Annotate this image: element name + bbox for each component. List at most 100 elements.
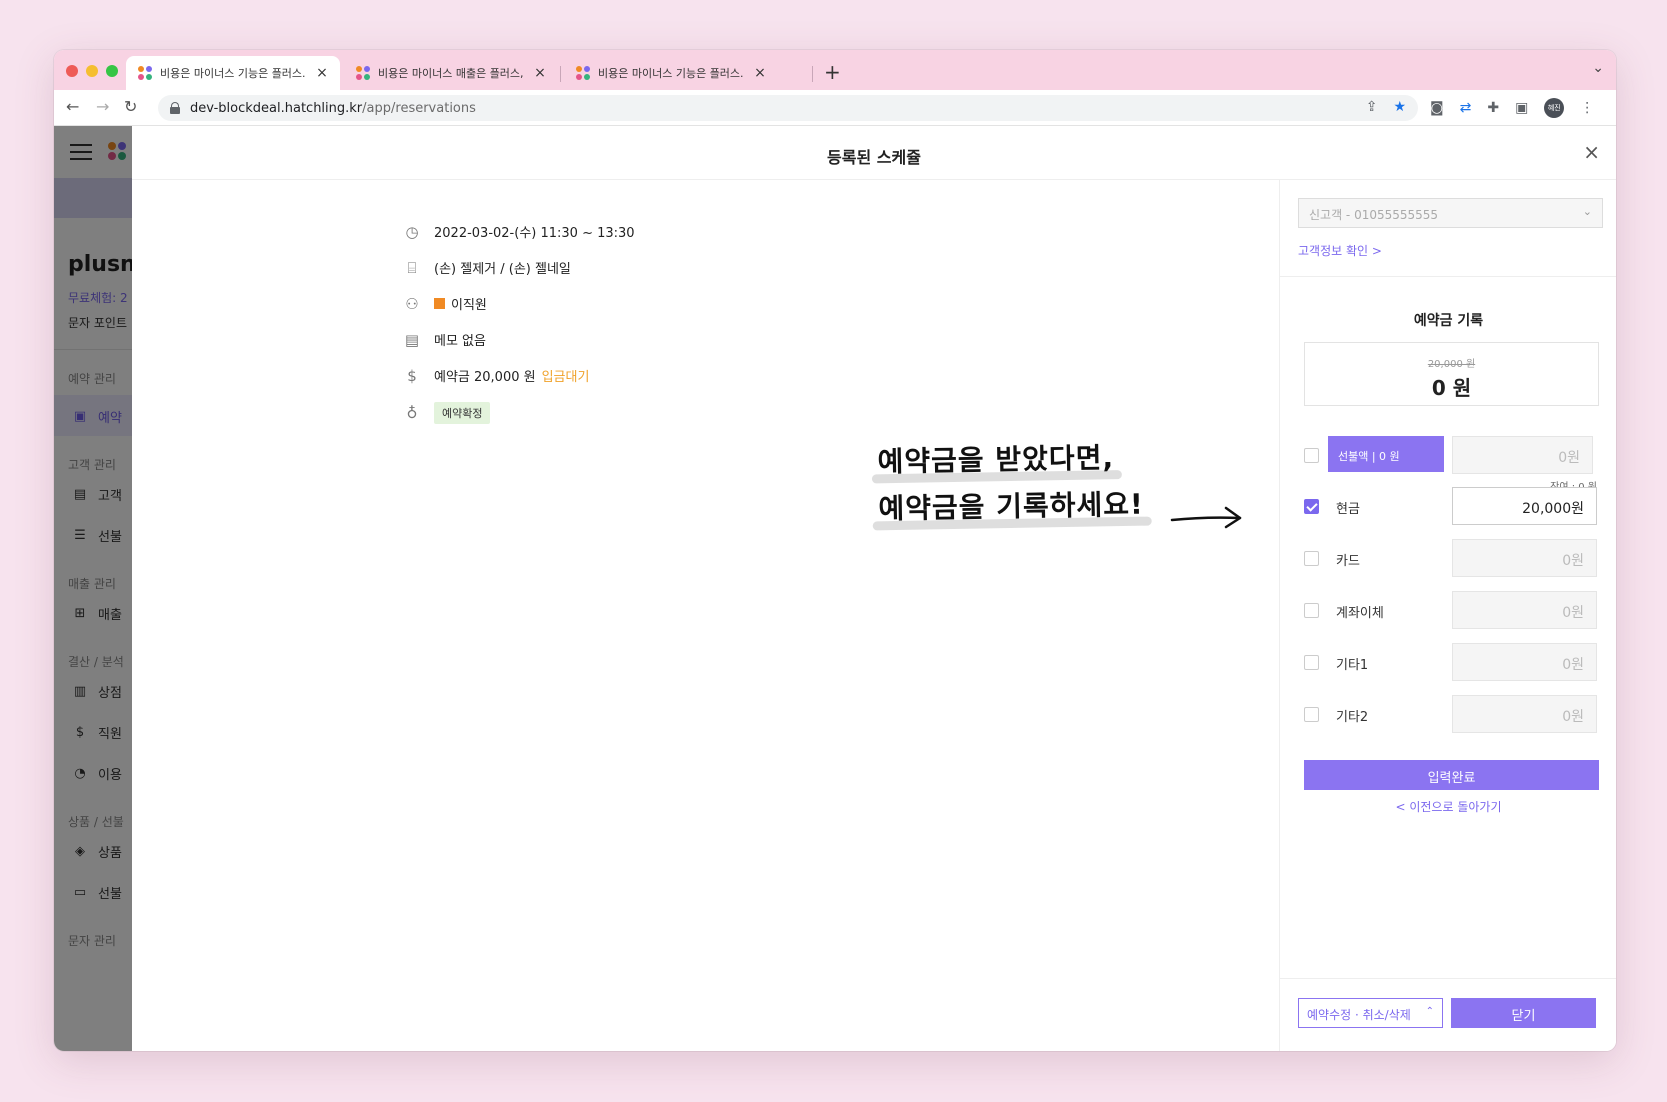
deposit-title: 예약금 기록 [1413,313,1484,329]
translate-icon[interactable]: ⇄ [1460,100,1472,116]
dollar-icon: $ [407,366,417,385]
payment-row-card: 카드 0원 [1304,539,1599,577]
app-logo-icon [576,66,590,80]
window-maximize-button[interactable] [106,65,118,77]
reservation-memo: 메모 없음 [434,334,486,349]
url-host: dev-blockdeal.hatchling.kr [190,100,363,116]
reservation-service: (손) 젤제거 / (손) 젤네일 [434,262,571,277]
payment-row-transfer: 계좌이체 0원 [1304,591,1599,629]
payment-row-other2: 기타2 0원 [1304,695,1599,733]
reservation-datetime: 2022-03-02-(수) 11:30 ~ 13:30 [434,226,635,241]
annotation-line: 예약금을 기록하세요! [878,481,1144,533]
tab-title: 비용은 마이너스 매출은 플러스, 플리 [378,67,526,80]
detail-deposit: $ 예약금 20,000 원 입금대기 [402,366,590,386]
payment-label: 기타2 [1336,710,1369,725]
chevron-down-icon: ⌄ [1582,205,1592,218]
browser-toolbar: ← → ↻ dev-blockdeal.hatchling.kr/app/res… [54,90,1616,126]
clock-icon: ◷ [405,222,419,241]
tab-separator [812,66,813,82]
users-icon: ⚇ [405,294,419,313]
modal-title: 등록된 스케쥴 [827,148,921,167]
window-minimize-button[interactable] [86,65,98,77]
side-panel-icon[interactable]: ▣ [1515,100,1528,116]
bookmark-star-icon[interactable]: ★ [1393,99,1406,115]
other1-checkbox[interactable] [1304,655,1319,670]
detail-memo: ▤ 메모 없음 [402,330,486,350]
app-area: plusnail 무료체험: 2 문자 포인트 예약 관리 ▣예약 고객 관리 … [54,126,1616,1051]
detail-status: ♁ 예약확정 [402,402,491,424]
edit-cancel-label: 예약수정 · 취소/삭제 [1307,1008,1411,1022]
window-close-button[interactable] [66,65,78,77]
staff-color-swatch [434,298,445,309]
detail-staff: ⚇ 이직원 [402,294,487,314]
divider [1280,978,1616,979]
app-logo-icon [138,66,152,80]
chevron-up-icon: ⌃ [1425,1006,1434,1017]
tab-close-icon[interactable]: × [752,65,768,81]
payment-row-cash: 현금 20,000원 [1304,487,1599,525]
new-tab-button[interactable]: + [824,60,841,84]
tab-title: 비용은 마이너스 기능은 플러스. 플리 [598,67,746,80]
transfer-amount-input[interactable]: 0원 [1452,591,1597,629]
deposit-status: 입금대기 [541,370,590,385]
detail-datetime: ◷ 2022-03-02-(수) 11:30 ~ 13:30 [402,222,635,242]
payment-row-other1: 기타1 0원 [1304,643,1599,681]
deposit-amount: 0 원 [1431,376,1472,400]
profile-avatar[interactable]: 혜진 [1544,98,1565,118]
transfer-checkbox[interactable] [1304,603,1319,618]
other2-amount-input[interactable]: 0원 [1452,695,1597,733]
customer-select-value: 신고객 - 01055555555 [1309,208,1439,222]
url-path: /app/reservations [362,100,476,116]
tab-close-icon[interactable]: × [532,65,548,81]
detail-service: ⌸ (손) 젤제거 / (손) 젤네일 [402,258,571,278]
camera-icon[interactable]: ◙ [1430,100,1444,116]
close-button[interactable]: 닫기 [1451,998,1596,1028]
deposit-summary: 20,000 원 0 원 [1304,342,1599,406]
cash-checkbox[interactable] [1304,499,1319,514]
other1-amount-input[interactable]: 0원 [1452,643,1597,681]
close-icon[interactable]: × [1583,140,1600,164]
arrow-icon [1170,506,1242,529]
payment-row-prepaid: 선불액 | 0 원 0원 잔여 : 0 원 [1304,436,1599,493]
forward-arrow-icon[interactable]: → [96,97,109,116]
tab-strip: 비용은 마이너스 기능은 플러스. 플리 × 비용은 마이너스 매출은 플러스,… [54,50,1616,90]
schedule-modal: 등록된 스케쥴 × ◷ 2022-03-02-(수) 11:30 ~ 13:30… [132,126,1616,1051]
edit-cancel-button[interactable]: 예약수정 · 취소/삭제 ⌃ [1298,998,1443,1028]
payment-label: 현금 [1336,502,1360,517]
divider [1280,276,1616,277]
card-checkbox[interactable] [1304,551,1319,566]
payment-label: 기타1 [1336,658,1369,673]
tab-search-icon[interactable]: ⌄ [1592,60,1604,76]
other2-checkbox[interactable] [1304,707,1319,722]
prepaid-checkbox[interactable] [1304,448,1319,463]
reload-icon[interactable]: ↻ [124,97,137,116]
share-icon[interactable]: ⇪ [1366,99,1378,115]
tab-title: 비용은 마이너스 기능은 플러스. 플리 [160,67,308,80]
cash-amount-input[interactable]: 20,000원 [1452,487,1597,525]
tab-separator [560,66,561,82]
card-amount-input[interactable]: 0원 [1452,539,1597,577]
browser-tab[interactable]: 비용은 마이너스 기능은 플러스. 플리 × [564,56,778,90]
memo-icon: ▤ [404,330,420,349]
deposit-text: 예약금 20,000 원 [434,370,536,385]
app-logo-icon [356,66,370,80]
more-menu-icon[interactable]: ⋮ [1580,100,1594,116]
extensions-icon[interactable]: ✚ [1487,100,1499,116]
browser-tab[interactable]: 비용은 마이너스 기능은 플러스. 플리 × [126,56,340,90]
deposit-panel: 신고객 - 01055555555 ⌄ 고객정보 확인 > 예약금 기록 20,… [1279,180,1616,1051]
customer-select[interactable]: 신고객 - 01055555555 ⌄ [1298,198,1603,228]
back-arrow-icon[interactable]: ← [66,97,79,116]
customer-info-link[interactable]: 고객정보 확인 > [1298,242,1382,259]
prepaid-amount-input[interactable]: 0원 [1452,436,1593,474]
gift-icon: ⌸ [407,258,417,277]
modal-backdrop[interactable] [54,126,132,1051]
annotation-line: 예약금을 받았다면, [877,434,1114,485]
back-link[interactable]: < 이전으로 돌아가기 [1280,798,1616,815]
prepaid-balance-button[interactable]: 선불액 | 0 원 [1328,436,1444,472]
address-bar[interactable]: dev-blockdeal.hatchling.kr/app/reservati… [158,95,1418,121]
tab-close-icon[interactable]: × [314,65,330,81]
submit-button[interactable]: 입력완료 [1304,760,1599,790]
lock-icon [170,102,180,114]
handwritten-annotation: 예약금을 받았다면, 예약금을 기록하세요! [877,434,1144,533]
browser-tab[interactable]: 비용은 마이너스 매출은 플러스, 플리 × [344,56,558,90]
